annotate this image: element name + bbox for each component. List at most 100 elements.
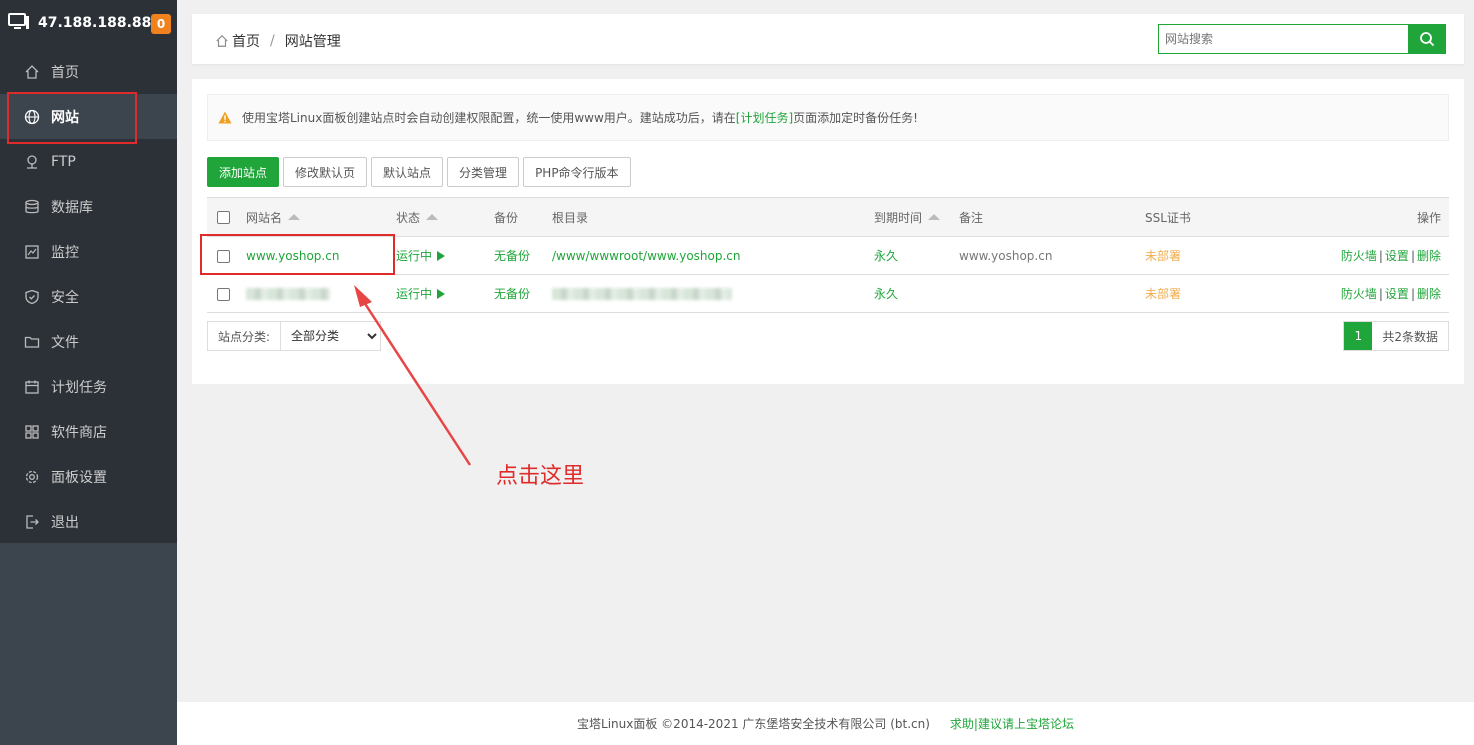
search-input[interactable] xyxy=(1158,24,1408,54)
annotation-text: 点击这里 xyxy=(496,464,585,489)
table-header-row: 网站名 状态 备份 根目录 到期时间 备注 SSL证书 操作 xyxy=(207,197,1449,237)
forum-link[interactable]: 求助|建议请上宝塔论坛 xyxy=(950,715,1074,732)
ssl-status[interactable]: 未部署 xyxy=(1145,236,1265,275)
col-ssl: SSL证书 xyxy=(1145,197,1265,237)
monitor-icon xyxy=(24,244,40,260)
select-all-checkbox[interactable] xyxy=(217,211,230,224)
apps-icon xyxy=(24,424,40,440)
ssl-status[interactable]: 未部署 xyxy=(1145,274,1265,313)
database-icon xyxy=(24,199,40,215)
sidebar-item-label: 文件 xyxy=(51,334,79,351)
sidebar-item-label: 首页 xyxy=(51,64,79,81)
action-separator: | xyxy=(1378,249,1383,263)
site-remark[interactable] xyxy=(959,274,1145,313)
sidebar-item-store[interactable]: 软件商店 xyxy=(0,409,177,454)
settings-link[interactable]: 设置 xyxy=(1385,287,1409,301)
add-site-button[interactable]: 添加站点 xyxy=(207,157,280,187)
select-all-cell xyxy=(207,197,246,237)
sort-icon xyxy=(426,213,439,220)
category-manage-button[interactable]: 分类管理 xyxy=(447,157,520,187)
firewall-link[interactable]: 防火墙 xyxy=(1341,249,1377,263)
col-name-label: 网站名 xyxy=(246,210,283,225)
sidebar-item-home[interactable]: 首页 xyxy=(0,49,177,94)
warning-icon xyxy=(218,111,232,124)
row-select-cell xyxy=(207,274,246,313)
top-bar: 首页 / 网站管理 xyxy=(192,14,1464,64)
col-name[interactable]: 网站名 xyxy=(246,197,396,237)
sidebar-item-logout[interactable]: 退出 xyxy=(0,499,177,544)
blurred-text xyxy=(246,288,330,300)
server-header: 47.188.188.88 0 xyxy=(0,0,177,46)
cron-task-link[interactable]: [计划任务] xyxy=(736,109,793,126)
highlight-box-site xyxy=(200,234,395,275)
search-button[interactable] xyxy=(1408,24,1446,54)
sidebar-item-database[interactable]: 数据库 xyxy=(0,184,177,229)
sort-icon xyxy=(288,213,301,220)
row-actions: 防火墙 | 设置 | 删除 xyxy=(1265,236,1449,275)
server-monitor-icon xyxy=(8,12,30,35)
col-backup: 备份 xyxy=(494,197,552,237)
breadcrumb-separator: / xyxy=(270,33,275,49)
expire-date[interactable]: 永久 xyxy=(874,236,959,275)
php-cli-version-button[interactable]: PHP命令行版本 xyxy=(523,157,631,187)
notice-text: 使用宝塔Linux面板创建站点时会自动创建权限配置，统一使用www用户。建站成功… xyxy=(242,111,736,125)
default-site-button[interactable]: 默认站点 xyxy=(371,157,444,187)
root-dir-link[interactable]: /www/wwwroot/www.yoshop.cn xyxy=(552,236,874,275)
shield-icon xyxy=(24,289,40,305)
home-icon xyxy=(24,64,40,80)
blurred-text xyxy=(552,288,732,300)
sidebar-item-label: 软件商店 xyxy=(51,424,107,441)
sidebar-item-label: 退出 xyxy=(51,514,79,531)
row-checkbox[interactable] xyxy=(217,287,230,301)
action-separator: | xyxy=(1410,287,1415,301)
sidebar-item-label: 数据库 xyxy=(51,199,93,216)
logout-icon xyxy=(24,514,40,530)
status-label: 运行中 xyxy=(396,249,433,263)
col-root: 根目录 xyxy=(552,197,874,237)
notice-bar: 使用宝塔Linux面板创建站点时会自动创建权限配置，统一使用www用户。建站成功… xyxy=(207,94,1449,141)
sidebar-item-ftp[interactable]: FTP xyxy=(0,139,177,184)
edit-default-page-button[interactable]: 修改默认页 xyxy=(283,157,368,187)
col-remark: 备注 xyxy=(959,197,1145,237)
gear-icon xyxy=(24,469,40,485)
annotation-arrow xyxy=(354,285,472,466)
site-status[interactable]: 运行中 xyxy=(396,236,494,275)
sidebar-item-security[interactable]: 安全 xyxy=(0,274,177,319)
action-separator: | xyxy=(1410,249,1415,263)
backup-status[interactable]: 无备份 xyxy=(494,236,552,275)
sidebar-item-label: 计划任务 xyxy=(51,379,107,396)
notice-text-end: 页面添加定时备份任务! xyxy=(793,111,918,125)
server-ip: 47.188.188.88 xyxy=(38,15,152,31)
breadcrumb-home[interactable]: 首页 xyxy=(232,31,260,51)
home-icon xyxy=(215,34,229,48)
pagination: 1 共2条数据 xyxy=(1343,321,1449,351)
toolbar: 添加站点 修改默认页 默认站点 分类管理 PHP命令行版本 xyxy=(207,157,635,187)
settings-link[interactable]: 设置 xyxy=(1385,249,1409,263)
sidebar-item-monitor[interactable]: 监控 xyxy=(0,229,177,274)
sidebar-item-files[interactable]: 文件 xyxy=(0,319,177,364)
delete-link[interactable]: 删除 xyxy=(1417,249,1441,263)
sidebar-item-website[interactable]: 网站 xyxy=(0,92,177,144)
action-separator: | xyxy=(1378,287,1383,301)
backup-status[interactable]: 无备份 xyxy=(494,274,552,313)
sort-icon xyxy=(928,213,941,220)
footer: 宝塔Linux面板 ©2014-2021 广东堡塔安全技术有限公司 (bt.cn… xyxy=(177,702,1474,745)
root-dir-blurred[interactable] xyxy=(552,274,874,313)
site-remark[interactable]: www.yoshop.cn xyxy=(959,236,1145,275)
highlight-box-sidebar xyxy=(7,92,137,144)
col-expire[interactable]: 到期时间 xyxy=(874,197,959,237)
breadcrumb-current: 网站管理 xyxy=(284,34,341,50)
sidebar-item-settings[interactable]: 面板设置 xyxy=(0,454,177,499)
delete-link[interactable]: 删除 xyxy=(1417,287,1441,301)
sidebar-item-cron[interactable]: 计划任务 xyxy=(0,364,177,409)
search-icon xyxy=(1419,31,1435,47)
col-status[interactable]: 状态 xyxy=(396,197,494,237)
task-icon xyxy=(24,379,40,395)
sidebar-item-label: 面板设置 xyxy=(51,469,107,486)
expire-date[interactable]: 永久 xyxy=(874,274,959,313)
notification-badge[interactable]: 0 xyxy=(151,14,171,34)
row-actions: 防火墙 | 设置 | 删除 xyxy=(1265,274,1449,313)
page-1-button[interactable]: 1 xyxy=(1344,322,1373,350)
breadcrumb: 首页 / 网站管理 xyxy=(215,31,341,51)
firewall-link[interactable]: 防火墙 xyxy=(1341,287,1377,301)
